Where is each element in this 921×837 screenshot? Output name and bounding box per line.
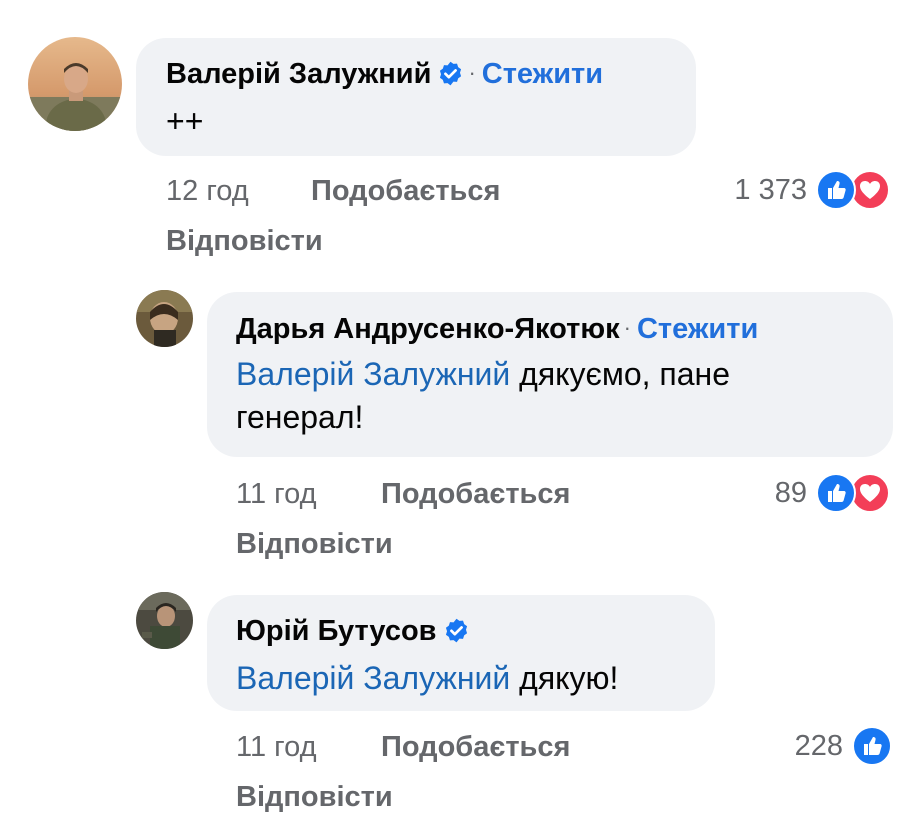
comment-bubble [136, 38, 696, 156]
mention-link[interactable]: Валерій Залужний [236, 660, 510, 696]
like-button[interactable]: Подобається [381, 731, 570, 764]
comment-text: Валерій Залужний дякуємо, пане генерал! [236, 353, 730, 439]
love-icon [850, 473, 890, 513]
comment-author: Юрій Бутусов [236, 615, 470, 648]
comment-text: ++ [166, 103, 204, 139]
like-icon [816, 473, 856, 513]
reaction-count[interactable]: 89 [775, 477, 807, 510]
comment-time[interactable]: 11 год [236, 731, 317, 764]
comment-text-line1: дякуємо, пане [510, 356, 731, 392]
comment-author: Дарья Андрусенко-Якотюк · Стежити [236, 313, 758, 346]
author-name[interactable]: Дарья Андрусенко-Якотюк [236, 313, 620, 345]
avatar-photo [28, 37, 122, 131]
comment-text-line2: генерал! [236, 399, 364, 435]
comment-time[interactable]: 12 год [166, 175, 249, 208]
reply-button[interactable]: Відповісти [166, 225, 323, 258]
reply-button[interactable]: Відповісти [236, 528, 393, 561]
comment-text: Валерій Залужний дякую! [236, 657, 618, 700]
reply-button[interactable]: Відповісти [236, 781, 393, 814]
reactions-summary[interactable] [852, 726, 892, 766]
verified-badge-icon [443, 617, 470, 644]
like-icon [816, 170, 856, 210]
avatar-photo [136, 592, 193, 649]
love-icon [850, 170, 890, 210]
like-button[interactable]: Подобається [311, 175, 500, 208]
author-name[interactable]: Валерій Залужний [166, 58, 431, 90]
reactions-summary[interactable] [816, 170, 892, 210]
follow-button[interactable]: Стежити [482, 58, 603, 90]
avatar[interactable] [136, 290, 193, 347]
avatar[interactable] [28, 37, 122, 131]
follow-button[interactable]: Стежити [637, 313, 758, 345]
like-button[interactable]: Подобається [381, 478, 570, 511]
author-name[interactable]: Юрій Бутусов [236, 615, 437, 647]
separator-dot: · [468, 60, 476, 85]
comment-time[interactable]: 11 год [236, 478, 317, 511]
separator-dot: · [623, 315, 631, 340]
avatar[interactable] [136, 592, 193, 649]
reaction-count[interactable]: 228 [795, 730, 843, 763]
mention-link[interactable]: Валерій Залужний [236, 356, 510, 392]
verified-badge-icon [437, 60, 464, 87]
comment-author: Валерій Залужний · Стежити [166, 58, 603, 91]
reactions-summary[interactable] [816, 473, 892, 513]
avatar-photo [136, 290, 193, 347]
comment-text-body: дякую! [510, 660, 619, 696]
reaction-count[interactable]: 1 373 [734, 174, 807, 207]
like-icon [852, 726, 892, 766]
